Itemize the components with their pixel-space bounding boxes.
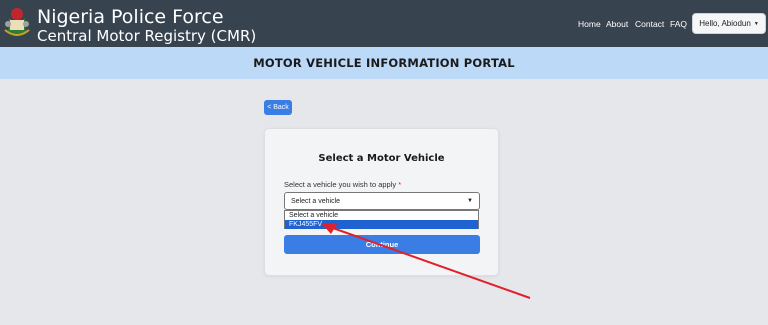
annotation-arrow [322,224,531,299]
arrow-shaft [329,226,531,299]
